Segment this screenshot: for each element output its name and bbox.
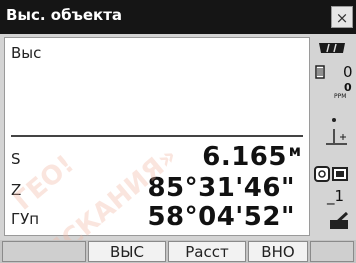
input-mode-indicator: _1 (327, 187, 345, 205)
prism-icon (315, 65, 325, 79)
battery-icon (319, 43, 345, 53)
measurement-panel: Выс S 6.165 м Z 85°31'46" ГУп 58°04'52" (4, 37, 310, 236)
softkey-1[interactable] (2, 241, 86, 262)
status-column: 0 0 PPM _1 (313, 37, 353, 236)
pen-icon[interactable] (329, 212, 351, 230)
slope-distance-label: S (11, 150, 21, 168)
screen: Выс. объекта × Выс S 6.165 м Z 85°31'46"… (0, 0, 356, 263)
title-bar: Выс. объекта × (0, 0, 356, 34)
softkey-5[interactable] (310, 241, 354, 262)
window-title: Выс. объекта (6, 6, 123, 24)
height-label: Выс (11, 44, 42, 62)
softkey-distance[interactable]: Расст (168, 241, 246, 262)
softkey-ho-angle[interactable]: ВНО (248, 241, 308, 262)
target-mode-icon[interactable] (313, 164, 351, 184)
prism-constant-value: 0 (343, 63, 353, 81)
zenith-angle-value: 85°31'46" (147, 173, 295, 203)
tilt-icon (326, 118, 347, 145)
horizontal-angle-value: 58°04'52" (147, 202, 295, 232)
divider (11, 135, 303, 137)
zenith-angle-label: Z (11, 181, 22, 199)
horizontal-angle-label: ГУп (11, 210, 40, 228)
slope-distance-value: 6.165 (202, 142, 287, 172)
close-icon: × (335, 9, 349, 27)
ppm-unit: PPM (334, 93, 347, 100)
slope-distance-unit: м (288, 142, 301, 160)
close-button[interactable]: × (331, 6, 353, 28)
softkey-height[interactable]: ВЫС (88, 241, 166, 262)
softkey-bar: ВЫС Расст ВНО (0, 240, 356, 263)
